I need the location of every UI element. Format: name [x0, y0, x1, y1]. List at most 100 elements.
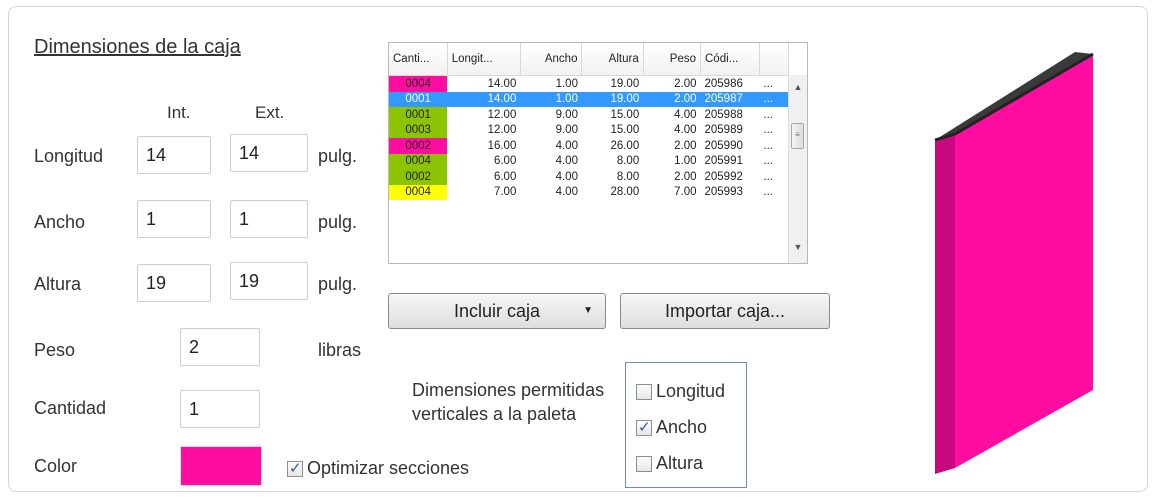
altura-label: Altura [34, 274, 82, 294]
peso-label: Peso [34, 340, 76, 360]
cell-peso: 7.00 [674, 186, 697, 199]
cell-qty: 0001 [389, 91, 448, 107]
cell-codigo: 205987 [700, 91, 760, 107]
table-row[interactable]: 0001 14.00 1.00 19.00 2.00 205987... [389, 91, 789, 107]
cell-longitud: 16.00 [487, 139, 517, 152]
cell-peso: 2.00 [674, 170, 697, 183]
include-box-dropdown-button[interactable]: Incluir caja ▼ [388, 293, 606, 329]
cell-qty: 0001 [389, 107, 448, 123]
optimize-sections-label: Optimizar secciones [307, 458, 470, 478]
cell-peso: 2.00 [674, 77, 697, 90]
longitud-ext-input[interactable] [230, 134, 308, 172]
col-header-cantidad[interactable]: Canti... [389, 43, 448, 76]
cell-altura: 28.00 [610, 186, 640, 199]
cantidad-input[interactable] [180, 390, 260, 428]
cell-qty: 0004 [389, 184, 448, 200]
cell-more: ... [763, 170, 773, 183]
cell-altura: 15.00 [610, 124, 640, 137]
cell-more: ... [759, 91, 789, 107]
checkbox-icon[interactable] [636, 383, 652, 400]
cell-peso: 4.00 [674, 108, 697, 121]
cell-ancho: 4.00 [555, 155, 578, 168]
allowed-altura-checkbox[interactable]: Altura [636, 453, 703, 474]
col-header-altura[interactable]: Altura [581, 43, 644, 76]
cell-altura: 19.00 [610, 77, 640, 90]
table-header-row: Canti... Longit... Ancho Altura Peso Cód… [389, 43, 790, 76]
scroll-down-arrow-icon[interactable]: ▼ [789, 239, 807, 255]
box-side-face [935, 134, 955, 474]
table-row[interactable]: 0002 6.00 4.00 8.00 2.00 205992... [389, 169, 789, 185]
col-header-peso[interactable]: Peso [643, 43, 702, 76]
cell-longitud: 6.00 [493, 170, 517, 183]
cell-peso: 2.00 [643, 91, 701, 107]
table-row[interactable]: 0004 6.00 4.00 8.00 1.00 205991... [389, 153, 789, 169]
longitud-int-input[interactable] [137, 136, 211, 174]
allowed-dimensions-group: Longitud Ancho Altura [625, 362, 747, 488]
allowed-dimensions-label-line2: verticales a la paleta [412, 404, 577, 424]
cell-peso: 1.00 [674, 155, 697, 168]
col-header-longitud[interactable]: Longit... [447, 43, 521, 76]
cell-ancho: 4.00 [555, 139, 578, 152]
col-header-extra [759, 43, 790, 76]
import-box-label: Importar caja... [664, 301, 786, 321]
cell-altura: 19.00 [581, 91, 644, 107]
cell-altura: 8.00 [616, 155, 640, 168]
ancho-ext-input[interactable] [230, 200, 308, 238]
cell-longitud: 14.00 [487, 77, 517, 90]
cell-peso: 2.00 [674, 139, 697, 152]
cell-qty: 0002 [389, 169, 448, 185]
boxes-table[interactable]: Canti... Longit... Ancho Altura Peso Cód… [388, 42, 808, 264]
cell-ancho: 9.00 [555, 124, 578, 137]
cell-ancho: 1.00 [520, 91, 582, 107]
altura-ext-input[interactable] [230, 262, 308, 300]
cell-codigo: 205990 [704, 139, 743, 152]
allowed-altura-label: Altura [656, 453, 704, 473]
allowed-dimensions-label-line1: Dimensiones permitidas [412, 380, 605, 400]
color-picker-swatch[interactable] [180, 446, 262, 486]
col-header-codigo[interactable]: Códi... [700, 43, 760, 76]
cell-peso: 4.00 [674, 124, 697, 137]
cell-longitud: 14.00 [447, 91, 521, 107]
table-row[interactable]: 0001 12.00 9.00 15.00 4.00 205988... [389, 107, 789, 123]
cell-ancho: 1.00 [555, 77, 578, 90]
cell-longitud: 6.00 [493, 155, 517, 168]
allowed-longitud-label: Longitud [656, 381, 726, 401]
cell-codigo: 205986 [704, 77, 743, 90]
allowed-ancho-label: Ancho [656, 417, 708, 437]
optimize-sections-checkbox[interactable]: Optimizar secciones [287, 458, 469, 479]
peso-input[interactable] [180, 328, 260, 366]
cell-altura: 8.00 [616, 170, 640, 183]
ext-header: Ext. [255, 103, 285, 122]
cantidad-label: Cantidad [34, 398, 107, 418]
cell-ancho: 4.00 [555, 170, 578, 183]
col-header-ancho[interactable]: Ancho [520, 43, 583, 76]
cell-more: ... [763, 139, 773, 152]
checkbox-checked-icon[interactable] [287, 459, 303, 477]
checkbox-icon[interactable] [636, 418, 652, 436]
cell-more: ... [763, 124, 773, 137]
cell-codigo: 205992 [704, 170, 743, 183]
table-row[interactable]: 0003 12.00 9.00 15.00 4.00 205989... [389, 122, 789, 138]
scroll-thumb[interactable]: ≡ [791, 123, 804, 149]
table-row[interactable]: 0002 16.00 4.00 26.00 2.00 205990... [389, 138, 789, 154]
int-header: Int. [167, 103, 191, 122]
table-row[interactable]: 0004 14.00 1.00 19.00 2.00 205986... [389, 75, 789, 92]
cell-ancho: 9.00 [555, 108, 578, 121]
cell-qty: 0004 [389, 75, 448, 92]
ancho-int-input[interactable] [137, 200, 211, 238]
scroll-up-arrow-icon[interactable]: ▲ [789, 79, 807, 95]
longitud-unit: pulg. [318, 146, 358, 166]
section-title: Dimensiones de la caja [34, 36, 241, 58]
import-box-button[interactable]: Importar caja... [620, 293, 830, 329]
peso-unit: libras [318, 340, 362, 360]
allowed-longitud-checkbox[interactable]: Longitud [636, 381, 725, 402]
cell-codigo: 205991 [704, 155, 743, 168]
color-label: Color [34, 456, 78, 476]
cell-more: ... [763, 155, 773, 168]
checkbox-icon[interactable] [636, 455, 652, 472]
ancho-unit: pulg. [318, 212, 358, 232]
altura-int-input[interactable] [137, 264, 211, 302]
table-vertical-scrollbar[interactable]: ▲ ≡ ▼ [788, 75, 807, 263]
allowed-ancho-checkbox[interactable]: Ancho [636, 417, 707, 438]
table-row[interactable]: 0004 7.00 4.00 28.00 7.00 205993... [389, 184, 789, 200]
